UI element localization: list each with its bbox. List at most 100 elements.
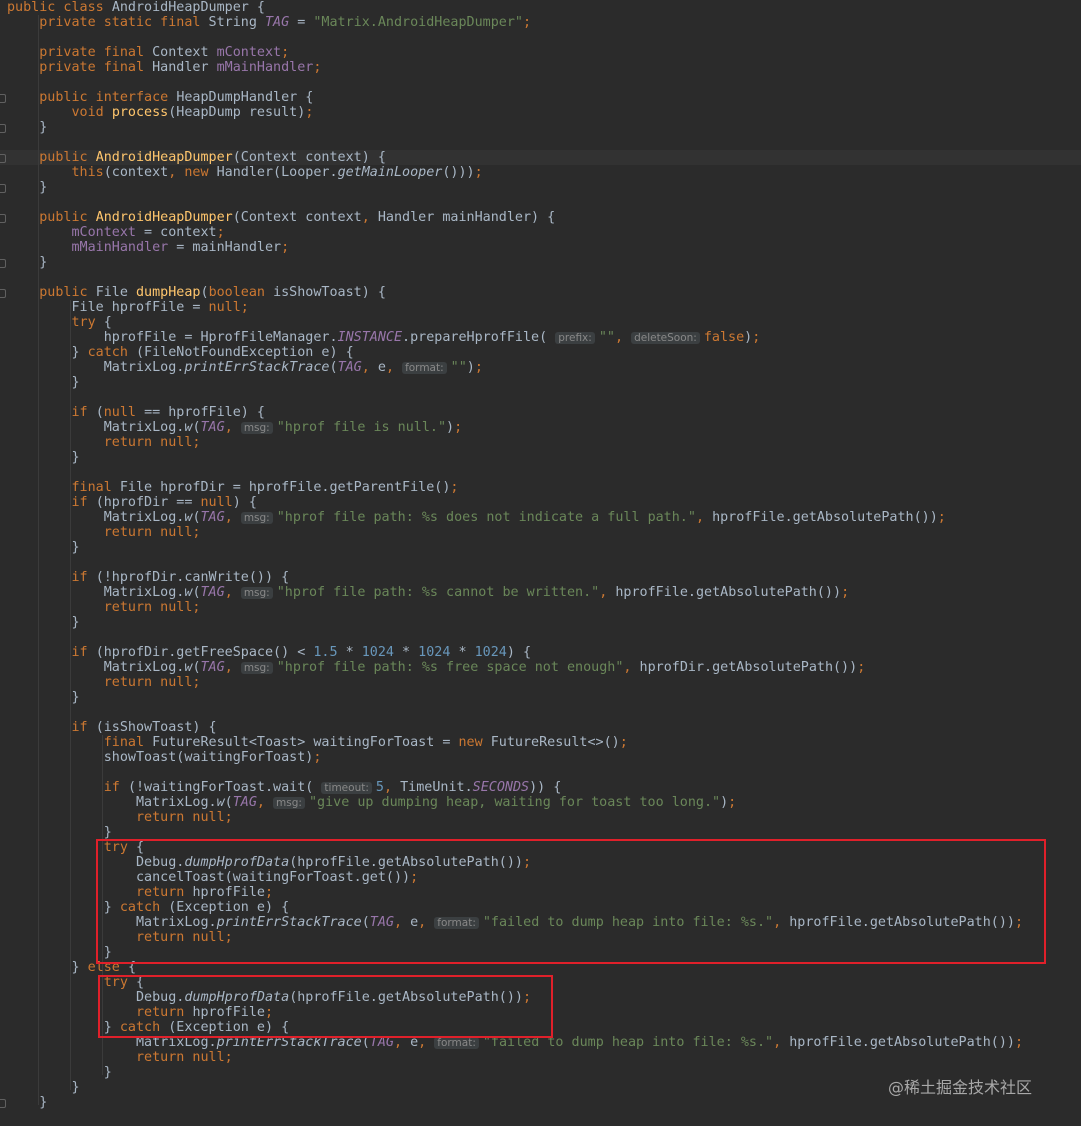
code-line[interactable]: if (!hprofDir.canWrite()) { (7, 570, 1023, 585)
code-line[interactable]: MatrixLog.w(TAG, msg: "hprof file path: %… (7, 510, 1023, 525)
code-line[interactable]: if (null == hprofFile) { (7, 405, 1023, 420)
code-token: ; (474, 360, 483, 375)
code-line[interactable]: if (hprofDir == null) { (7, 495, 1023, 510)
code-token: null (200, 495, 233, 510)
parameter-hint: msg: (273, 797, 305, 809)
code-line[interactable]: public File dumpHeap(boolean isShowToast… (7, 285, 1023, 300)
code-line[interactable]: } (7, 1095, 1023, 1110)
code-token: 1.5 (313, 645, 338, 660)
code-token: ( (192, 585, 201, 600)
code-token: public interface (7, 90, 177, 105)
code-line[interactable] (7, 270, 1023, 285)
code-token: , (773, 1035, 790, 1050)
code-line[interactable]: return null; (7, 810, 1023, 825)
code-line[interactable]: } (7, 615, 1023, 630)
fold-marker-icon[interactable] (0, 154, 6, 163)
code-line[interactable]: return null; (7, 525, 1023, 540)
code-line[interactable]: MatrixLog.w(TAG, msg: "hprof file path: %… (7, 660, 1023, 675)
code-token: ; (454, 420, 463, 435)
code-line[interactable] (7, 30, 1023, 45)
code-line[interactable]: } (7, 180, 1023, 195)
code-line[interactable]: public interface HeapDumpHandler { (7, 90, 1023, 105)
code-line[interactable]: } (7, 375, 1023, 390)
code-token: ) { (232, 495, 257, 510)
code-token: FutureResult<Toast> waitingForToast = (152, 735, 459, 750)
code-line[interactable] (7, 555, 1023, 570)
code-token: Handler (152, 60, 217, 75)
code-line[interactable] (7, 390, 1023, 405)
code-token: TimeUnit. (400, 780, 473, 795)
code-line[interactable]: } (7, 255, 1023, 270)
code-line[interactable]: hprofFile = HprofFileManager.INSTANCE.pr… (7, 330, 1023, 345)
code-token: ; (728, 795, 737, 810)
code-token: File hprofDir = hprofFile.getParentFile(… (119, 480, 451, 495)
code-line[interactable]: public AndroidHeapDumper(Context context… (7, 150, 1023, 165)
code-token: ; (937, 510, 946, 525)
code-line[interactable]: private static final String TAG = "Matri… (7, 15, 1023, 30)
code-line[interactable]: this(context, new Handler(Looper.getMain… (7, 165, 1023, 180)
code-line[interactable]: if (!waitingForToast.wait( timeout: 5, Ti… (7, 780, 1023, 795)
code-line[interactable] (7, 765, 1023, 780)
fold-marker-icon[interactable] (0, 289, 6, 298)
code-token: null (103, 405, 145, 420)
code-line[interactable]: if (hprofDir.getFreeSpace() < 1.5 * 1024… (7, 645, 1023, 660)
code-line[interactable]: return null; (7, 600, 1023, 615)
code-line[interactable]: MatrixLog.w(TAG, msg: "hprof file is null… (7, 420, 1023, 435)
code-line[interactable]: } (7, 1065, 1023, 1080)
code-line[interactable]: } (7, 690, 1023, 705)
fold-marker-icon[interactable] (0, 94, 6, 103)
fold-marker-icon[interactable] (0, 1099, 6, 1108)
code-token: , (361, 210, 378, 225)
code-token: ; (1014, 1035, 1024, 1050)
code-line[interactable]: } (7, 120, 1023, 135)
code-token: private final (7, 45, 153, 60)
code-line[interactable] (7, 630, 1023, 645)
fold-marker-icon[interactable] (0, 124, 6, 133)
code-line[interactable]: MatrixLog.w(TAG, msg: "give up dumping he… (7, 795, 1023, 810)
code-line[interactable] (7, 465, 1023, 480)
fold-marker-icon[interactable] (0, 259, 6, 268)
code-token: return null; (7, 810, 233, 825)
code-line[interactable] (7, 135, 1023, 150)
code-line[interactable]: public AndroidHeapDumper(Context context… (7, 210, 1023, 225)
fold-marker-icon[interactable] (0, 214, 6, 223)
code-line[interactable]: private final Context mContext; (7, 45, 1023, 60)
parameter-hint: msg: (240, 422, 273, 434)
parameter-hint: msg: (240, 587, 273, 599)
code-token: null; (208, 300, 249, 315)
code-line[interactable]: return null; (7, 1050, 1023, 1065)
code-line[interactable]: return null; (7, 675, 1023, 690)
code-line[interactable]: public class AndroidHeapDumper { (7, 0, 1023, 15)
code-token: , (224, 660, 241, 675)
code-line[interactable]: mContext = context; (7, 225, 1023, 240)
code-line[interactable]: return null; (7, 435, 1023, 450)
code-line[interactable]: final FutureResult<Toast> waitingForToas… (7, 735, 1023, 750)
code-token: ; (474, 165, 483, 180)
code-line[interactable]: } (7, 1080, 1023, 1095)
code-line[interactable]: File hprofFile = null; (7, 300, 1023, 315)
code-token: , (224, 420, 241, 435)
code-line[interactable]: } (7, 825, 1023, 840)
code-line[interactable] (7, 705, 1023, 720)
code-line[interactable] (7, 195, 1023, 210)
code-line[interactable]: } catch (FileNotFoundException e) { (7, 345, 1023, 360)
code-line[interactable]: MatrixLog.printErrStackTrace(TAG, e, for… (7, 360, 1023, 375)
code-token: FutureResult<>() (490, 735, 620, 750)
code-line[interactable]: MatrixLog.w(TAG, msg: "hprof file path: %… (7, 585, 1023, 600)
code-token: (HeapDump result) (168, 105, 306, 120)
code-line[interactable]: } (7, 450, 1023, 465)
code-line[interactable]: } (7, 540, 1023, 555)
code-line[interactable]: private final Handler mMainHandler; (7, 60, 1023, 75)
code-token: dumpHeap (136, 285, 201, 300)
code-token: } (7, 345, 88, 360)
code-line[interactable]: final File hprofDir = hprofFile.getParen… (7, 480, 1023, 495)
code-line[interactable]: try { (7, 315, 1023, 330)
code-token: Context (152, 45, 217, 60)
code-line[interactable]: showToast(waitingForToast); (7, 750, 1023, 765)
fold-marker-icon[interactable] (0, 184, 6, 193)
code-line[interactable] (7, 75, 1023, 90)
code-line[interactable]: mMainHandler = mainHandler; (7, 240, 1023, 255)
code-line[interactable]: void process(HeapDump result); (7, 105, 1023, 120)
code-line[interactable]: if (isShowToast) { (7, 720, 1023, 735)
code-token: return null; (7, 525, 201, 540)
